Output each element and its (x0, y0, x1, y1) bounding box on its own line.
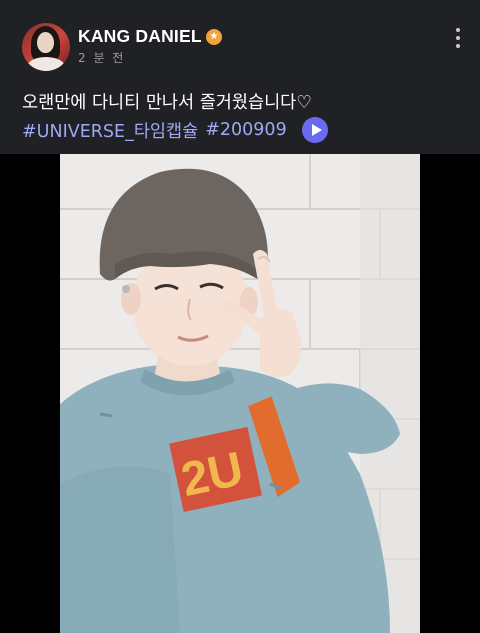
photo-illustration: 2U (60, 154, 420, 633)
avatar-shirt (27, 57, 65, 71)
post-time: 2 분 전 (78, 51, 126, 65)
hashtag-row: #UNIVERSE_타임캡슐 #200909 (22, 117, 328, 143)
post-photo[interactable]: 2U (60, 154, 420, 633)
avatar-face (37, 32, 54, 53)
more-dot (456, 44, 460, 48)
post-caption: 오랜만에 다니티 만나서 즐거웠습니다♡ (22, 93, 312, 113)
hashtag-date[interactable]: #200909 (205, 120, 286, 140)
more-vertical-icon[interactable] (448, 26, 468, 50)
avatar[interactable] (22, 23, 70, 71)
more-dot (456, 36, 460, 40)
more-dot (456, 28, 460, 32)
username[interactable]: KANG DANIEL (78, 26, 202, 47)
post-header: KANG DANIEL ★ 2 분 전 오랜만에 다니티 만나서 즐거웠습니다♡… (0, 0, 480, 154)
play-icon[interactable] (301, 117, 328, 143)
hashtag-universe[interactable]: #UNIVERSE_타임캡슐 (22, 118, 198, 143)
post-card: KANG DANIEL ★ 2 분 전 오랜만에 다니티 만나서 즐거웠습니다♡… (0, 0, 480, 633)
star-badge-icon: ★ (206, 29, 222, 45)
